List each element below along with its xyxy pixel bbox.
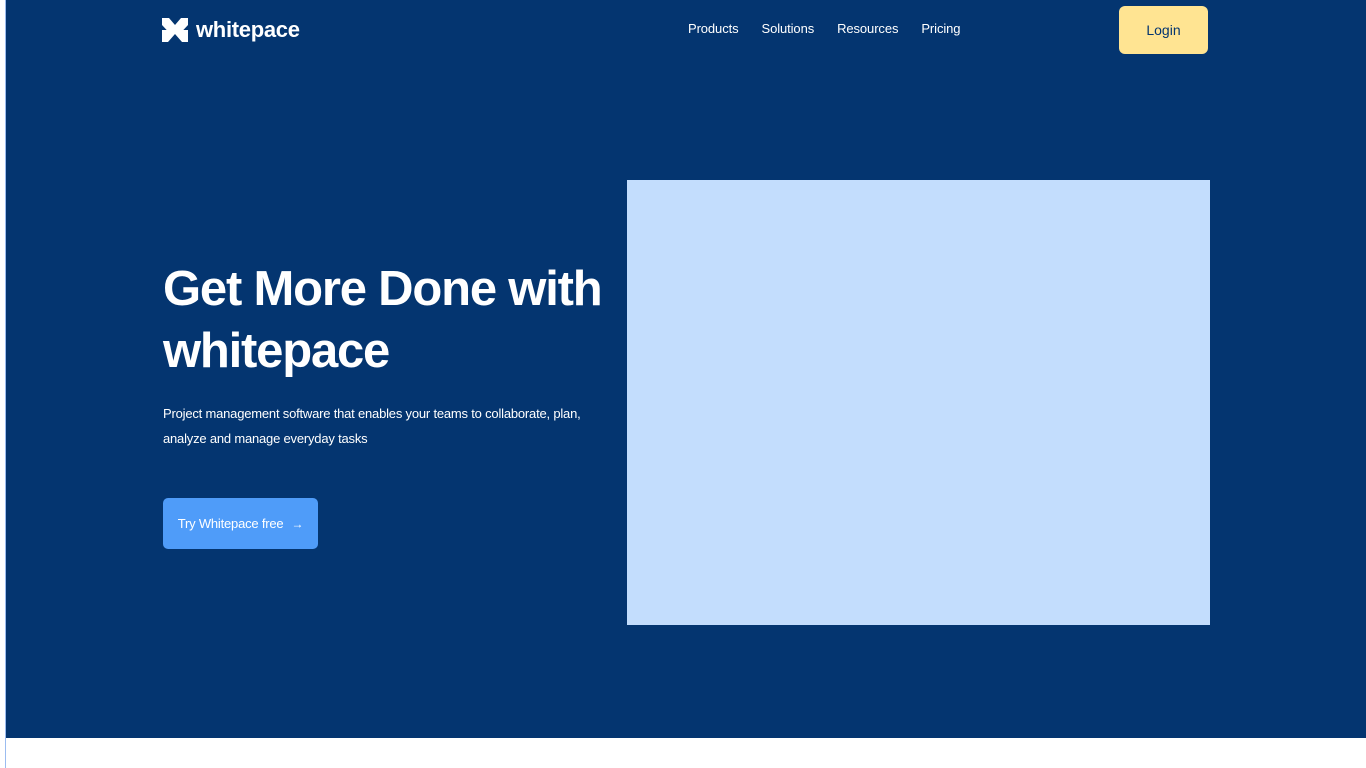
nav-link-resources[interactable]: Resources	[837, 21, 898, 36]
hero-section: whitepace Products Solutions Resources P…	[6, 0, 1366, 738]
brand-logo[interactable]: whitepace	[162, 16, 300, 44]
login-button[interactable]: Login	[1119, 6, 1208, 54]
page: whitepace Products Solutions Resources P…	[0, 0, 1366, 768]
try-free-button[interactable]: Try Whitepace free →	[163, 498, 318, 549]
whitepace-logo-icon	[162, 18, 188, 42]
hero-image-placeholder	[627, 180, 1210, 625]
try-free-label: Try Whitepace free	[177, 516, 284, 531]
navbar: whitepace Products Solutions Resources P…	[6, 0, 1366, 62]
nav-link-solutions[interactable]: Solutions	[762, 21, 815, 36]
nav-links: Products Solutions Resources Pricing	[688, 21, 961, 36]
nav-link-products[interactable]: Products	[688, 21, 739, 36]
hero-subtitle: Project management software that enables…	[163, 406, 581, 446]
hero-title: Get More Done with whitepace	[163, 262, 603, 378]
nav-link-pricing[interactable]: Pricing	[921, 21, 960, 36]
brand-name: whitepace	[196, 17, 300, 42]
arrow-right-icon: →	[291, 516, 304, 531]
